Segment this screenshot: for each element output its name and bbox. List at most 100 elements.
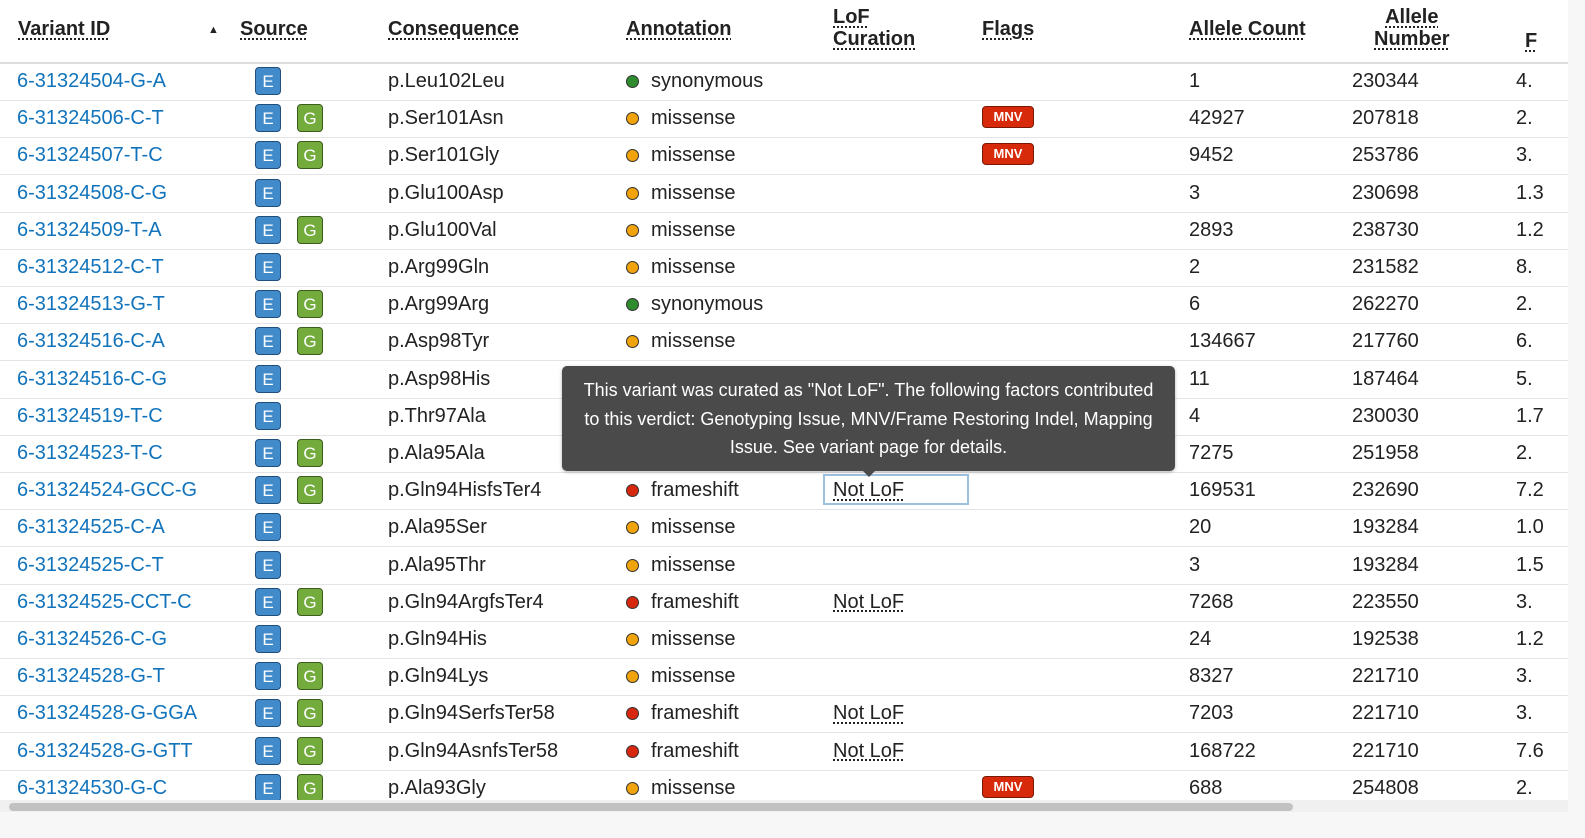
col-header-annotation[interactable]: Annotation [626, 18, 732, 40]
allele-frequency-cell: 7.2 [1516, 479, 1544, 502]
allele-number-cell: 221710 [1352, 702, 1419, 725]
allele-number-cell: 251958 [1352, 442, 1419, 464]
allele-number-cell: 231582 [1352, 256, 1419, 278]
exome-source-badge: E [255, 736, 281, 765]
annotation-text: missense [651, 553, 736, 576]
variant-id-link[interactable]: 6-31324506-C-T [17, 100, 164, 137]
col-header-allele-number[interactable]: Allele Number [1374, 6, 1450, 50]
allele-number-cell: 192538 [1352, 628, 1419, 650]
variant-id-link[interactable]: 6-31324509-T-A [17, 212, 162, 249]
variant-id-link[interactable]: 6-31324525-C-A [17, 509, 165, 546]
variant-id-link[interactable]: 6-31324508-C-G [17, 175, 167, 212]
allele-frequency-cell: 4. [1516, 70, 1533, 92]
exome-source-badge: E [255, 141, 281, 170]
table-row: 6-31324524-GCC-G E Gp.Gln94HisfsTer4 frames… [0, 472, 1568, 511]
table-row: 6-31324525-CCT-C E Gp.Gln94ArgfsTer4 frames… [0, 584, 1568, 622]
lof-curation-link[interactable]: Not LoF [833, 733, 904, 770]
col-header-lof-curation-line2: Curation [833, 28, 916, 50]
allele-number-cell: 238730 [1352, 218, 1419, 241]
mnv-flag-badge: MNV [982, 106, 1034, 129]
annotation-text: missense [651, 330, 736, 353]
allele-frequency-cell: 3. [1516, 702, 1533, 725]
variant-id-link[interactable]: 6-31324528-G-GGA [17, 695, 197, 732]
variant-id-link[interactable]: 6-31324528-G-GTT [17, 733, 193, 770]
mnv-flag-badge: MNV [982, 775, 1034, 798]
annotation-text: missense [651, 144, 736, 167]
variant-id-link[interactable]: 6-31324525-C-T [17, 547, 164, 584]
annotation-missense-dot-icon [626, 670, 639, 684]
consequence-text: p.Asp98His [388, 367, 491, 390]
consequence-text: p.Leu102Leu [388, 70, 505, 92]
col-header-lof-curation[interactable]: LoF Curation [833, 6, 915, 50]
table-row: 6-31324525-C-T Ep.Ala95Thr missense 3 193284… [0, 547, 1568, 585]
lof-curation-link[interactable]: Not LoF [833, 472, 904, 509]
allele-number-cell: 187464 [1352, 367, 1419, 390]
genome-source-badge: G [297, 215, 323, 244]
annotation-missense-dot-icon [626, 558, 639, 572]
exome-source-badge: E [255, 67, 281, 95]
consequence-text: p.Thr97Ala [388, 404, 486, 427]
scrollbar-thumb[interactable] [9, 803, 1293, 811]
variant-id-link[interactable]: 6-31324513-G-T [17, 286, 165, 323]
genome-source-badge: G [297, 327, 323, 356]
col-header-source[interactable]: Source [240, 18, 308, 40]
annotation-text: missense [651, 107, 736, 130]
horizontal-scrollbar[interactable] [0, 800, 1568, 812]
variant-id-link[interactable]: 6-31324526-C-G [17, 621, 167, 658]
consequence-text: p.Ala95Ala [388, 442, 485, 464]
col-header-variant-id[interactable]: Variant ID [18, 18, 110, 40]
table-row: 6-31324507-T-C E Gp.Ser101Gly missense MNV 94… [0, 137, 1568, 176]
genome-source-badge: G [297, 476, 323, 505]
allele-frequency-cell: 6. [1516, 330, 1533, 353]
lof-curation-link[interactable]: Not LoF [833, 695, 904, 732]
variant-id-link[interactable]: 6-31324523-T-C [17, 435, 163, 472]
genome-source-badge: G [297, 104, 323, 133]
col-header-consequence[interactable]: Consequence [388, 18, 519, 40]
allele-number-cell: 230344 [1352, 70, 1419, 92]
genome-source-badge: G [297, 662, 323, 691]
allele-count-cell: 2893 [1189, 218, 1234, 241]
variant-id-link[interactable]: 6-31324507-T-C [17, 137, 163, 174]
annotation-text: frameshift [651, 739, 739, 762]
col-header-allele-count[interactable]: Allele Count [1189, 18, 1306, 40]
allele-number-cell: 230698 [1352, 181, 1419, 204]
genome-source-badge: G [297, 141, 323, 170]
sort-ascending-icon[interactable]: ▲ [208, 24, 219, 36]
annotation-text: frameshift [651, 702, 739, 725]
annotation-frameshift-dot-icon [626, 707, 639, 721]
allele-frequency-cell: 8. [1516, 256, 1533, 278]
allele-count-cell: 24 [1189, 628, 1212, 650]
genome-source-badge: G [297, 290, 323, 319]
variant-id-link[interactable]: 6-31324524-GCC-G [17, 472, 197, 509]
allele-count-cell: 7203 [1189, 702, 1234, 725]
allele-count-cell: 7268 [1189, 590, 1234, 613]
table-row: 6-31324528-G-T E Gp.Gln94Lys missense 8327 22… [0, 658, 1568, 697]
variant-id-link[interactable]: 6-31324528-G-T [17, 658, 165, 695]
allele-count-cell: 168722 [1189, 739, 1256, 762]
table-header: Variant ID ▲ Source Consequence Annotati… [0, 0, 1568, 64]
allele-number-cell: 232690 [1352, 479, 1419, 502]
annotation-text: missense [651, 516, 736, 539]
lof-curation-tooltip: This variant was curated as "Not LoF". T… [562, 366, 1175, 471]
annotation-missense-dot-icon [626, 186, 639, 200]
variant-id-link[interactable]: 6-31324525-CCT-C [17, 584, 192, 621]
variant-id-link[interactable]: 6-31324516-C-G [17, 361, 167, 398]
consequence-text: p.Glu100Val [388, 218, 497, 241]
variant-id-link[interactable]: 6-31324512-C-T [17, 249, 164, 286]
col-header-flags[interactable]: Flags [982, 18, 1034, 40]
variant-id-link[interactable]: 6-31324519-T-C [17, 398, 163, 435]
annotation-text: missense [651, 256, 736, 278]
col-header-allele-frequency[interactable]: F [1525, 30, 1537, 52]
variant-id-link[interactable]: 6-31324516-C-A [17, 323, 165, 360]
genome-source-badge: G [297, 736, 323, 765]
allele-frequency-cell: 1.0 [1516, 516, 1544, 539]
lof-curation-link[interactable]: Not LoF [833, 584, 904, 621]
annotation-text: missense [651, 628, 736, 650]
allele-number-cell: 193284 [1352, 553, 1419, 576]
consequence-text: p.Gln94HisfsTer4 [388, 479, 542, 502]
annotation-text: missense [651, 665, 736, 688]
table-row: 6-31324526-C-G Ep.Gln94His missense 24 19253… [0, 621, 1568, 659]
allele-count-cell: 169531 [1189, 479, 1256, 502]
variant-id-link[interactable]: 6-31324504-G-A [17, 63, 166, 100]
exome-source-badge: E [255, 178, 281, 207]
